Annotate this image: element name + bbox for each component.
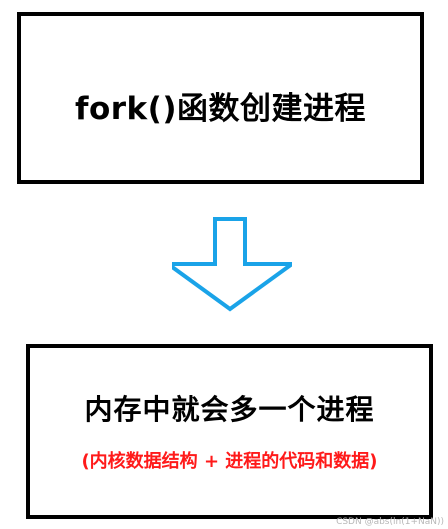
process-components-subtitle: (内核数据结构 + 进程的代码和数据) bbox=[81, 451, 378, 472]
process-creation-box: fork()函数创建进程 bbox=[17, 12, 424, 184]
down-arrow-shape bbox=[172, 217, 292, 312]
fork-title: fork()函数创建进程 bbox=[74, 91, 367, 127]
down-arrow-icon bbox=[172, 217, 292, 312]
watermark: CSDN @abs(ln(1+NaN)) bbox=[336, 517, 444, 527]
memory-process-box: 内存中就会多一个进程 (内核数据结构 + 进程的代码和数据) bbox=[26, 344, 433, 519]
memory-title: 内存中就会多一个进程 bbox=[84, 393, 375, 426]
